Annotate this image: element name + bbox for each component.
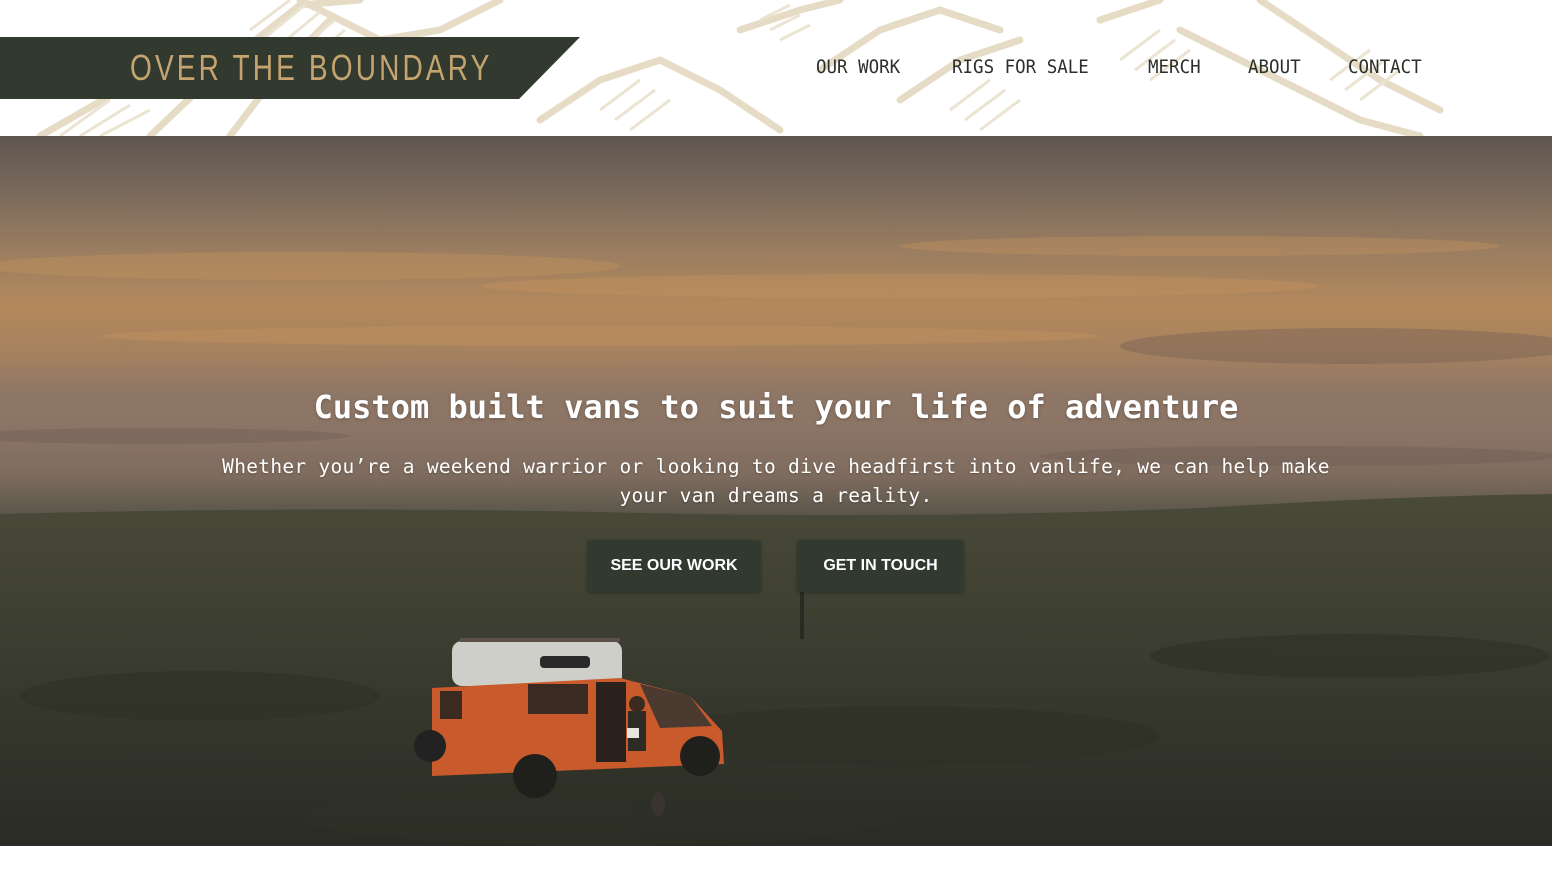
nav-link-about[interactable]: ABOUT xyxy=(1248,52,1301,82)
nav-link-rigs-for-sale[interactable]: RIGS FOR SALE xyxy=(952,52,1089,82)
nav-link-merch[interactable]: MERCH xyxy=(1148,52,1201,82)
hero-title: Custom built vans to suit your life of a… xyxy=(313,388,1239,426)
get-in-touch-button[interactable]: GET IN TOUCH xyxy=(797,540,964,592)
site-header: OVER THE BOUNDARY OUR WORK RIGS FOR SALE… xyxy=(0,0,1553,136)
main-nav: OUR WORK RIGS FOR SALE MERCH ABOUT CONTA… xyxy=(0,52,1553,82)
hero-section: Custom built vans to suit your life of a… xyxy=(0,136,1552,846)
hero-buttons: SEE OUR WORK GET IN TOUCH xyxy=(0,540,1552,592)
hero-subtitle: Whether you’re a weekend warrior or look… xyxy=(222,455,1330,507)
hero-content: Custom built vans to suit your life of a… xyxy=(0,382,1552,510)
nav-link-contact[interactable]: CONTACT xyxy=(1348,52,1422,82)
nav-link-our-work[interactable]: OUR WORK xyxy=(816,52,900,82)
see-our-work-button[interactable]: SEE OUR WORK xyxy=(587,540,761,592)
